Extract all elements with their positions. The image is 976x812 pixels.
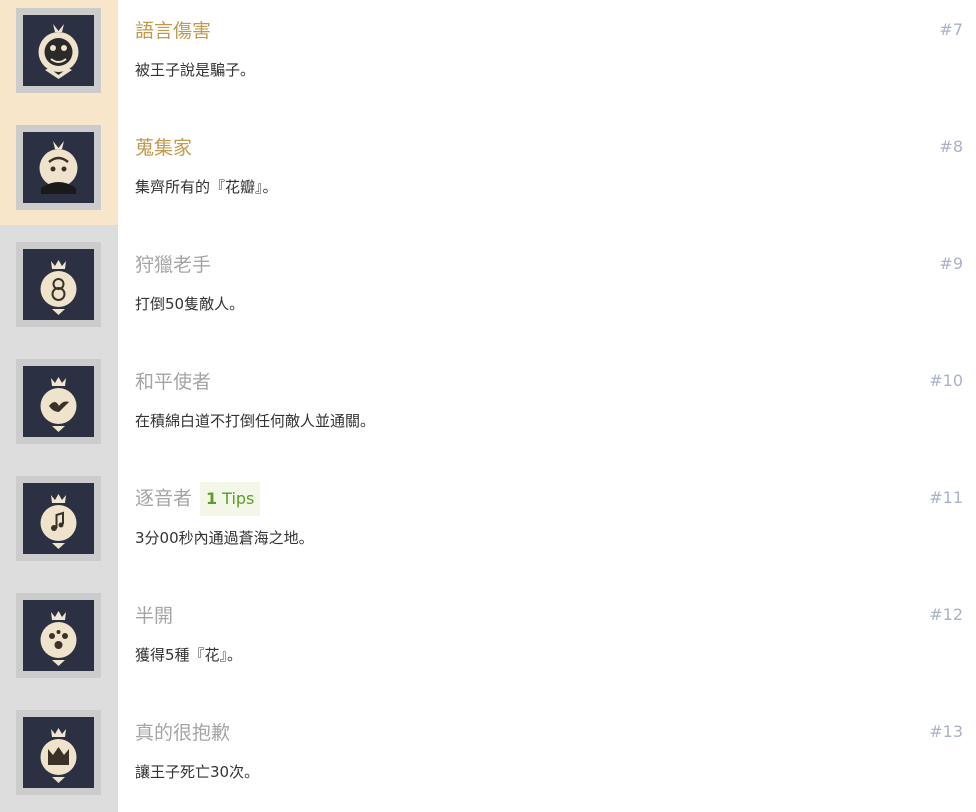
achievement-description: 獲得5種『花』。: [135, 646, 243, 664]
achievement-title: 語言傷害: [135, 20, 212, 42]
achievement-title: 半開: [135, 605, 174, 627]
tips-badge[interactable]: 1 Tips: [200, 482, 261, 516]
achievement-number: #7: [939, 20, 963, 39]
mask-bear-icon: [38, 24, 79, 79]
flower-collector-icon: [39, 141, 78, 194]
achievement-title: 真的很抱歉: [135, 722, 231, 744]
achievement-description: 被王子說是騙子。: [135, 61, 256, 79]
achievement-title-text: 逐音者: [135, 487, 193, 510]
achievement-title: 狩獵老手: [135, 254, 212, 276]
achievement-list: 語言傷害 #7 被王子說是騙子。 蒐集家 #8 集齊所有的『花瓣』。 狩獵老手 …: [0, 0, 976, 812]
achievement-row[interactable]: 逐音者 1 Tips #11 3分00秒內通過蒼海之地。: [0, 459, 976, 576]
tips-label: Tips: [222, 489, 255, 508]
achievement-row[interactable]: 和平使者 #10 在積綿白道不打倒任何敵人並通關。: [0, 342, 976, 459]
achievement-title: 和平使者: [135, 371, 212, 393]
achievement-number: #13: [929, 722, 963, 741]
crown-sorrow-icon: [40, 728, 77, 783]
achievement-badge: [16, 476, 101, 561]
achievement-number: #9: [939, 254, 963, 273]
achievement-number: #10: [929, 371, 963, 390]
achievement-badge: [16, 8, 101, 93]
flowers-icon: [40, 611, 77, 666]
achievement-badge: [16, 125, 101, 210]
achievement-number: #12: [929, 605, 963, 624]
tips-count: 1: [206, 489, 218, 508]
achievement-row[interactable]: 半開 #12 獲得5種『花』。: [0, 576, 976, 693]
achievement-row[interactable]: 真的很抱歉 #13 讓王子死亡30次。: [0, 693, 976, 812]
achievement-description: 在積綿白道不打倒任何敵人並通關。: [135, 412, 376, 430]
achievement-row[interactable]: 蒐集家 #8 集齊所有的『花瓣』。: [0, 117, 976, 225]
achievement-badge: [16, 710, 101, 795]
achievement-badge: [16, 242, 101, 327]
achievement-description: 集齊所有的『花瓣』。: [135, 178, 278, 196]
achievement-row[interactable]: 語言傷害 #7 被王子說是騙子。: [0, 0, 976, 117]
achievement-number: #8: [939, 137, 963, 156]
hunter-icon: [40, 260, 77, 315]
music-notes-icon: [40, 494, 77, 549]
peace-bird-icon: [40, 377, 77, 432]
achievement-badge: [16, 359, 101, 444]
achievement-badge: [16, 593, 101, 678]
achievement-description: 打倒50隻敵人。: [135, 295, 245, 313]
achievement-row[interactable]: 狩獵老手 #9 打倒50隻敵人。: [0, 225, 976, 342]
achievement-title: 蒐集家: [135, 137, 193, 159]
achievement-description: 3分00秒內通過蒼海之地。: [135, 529, 314, 547]
achievement-title: 逐音者 1 Tips: [135, 482, 261, 516]
achievement-description: 讓王子死亡30次。: [135, 763, 260, 781]
achievement-number: #11: [929, 488, 963, 507]
